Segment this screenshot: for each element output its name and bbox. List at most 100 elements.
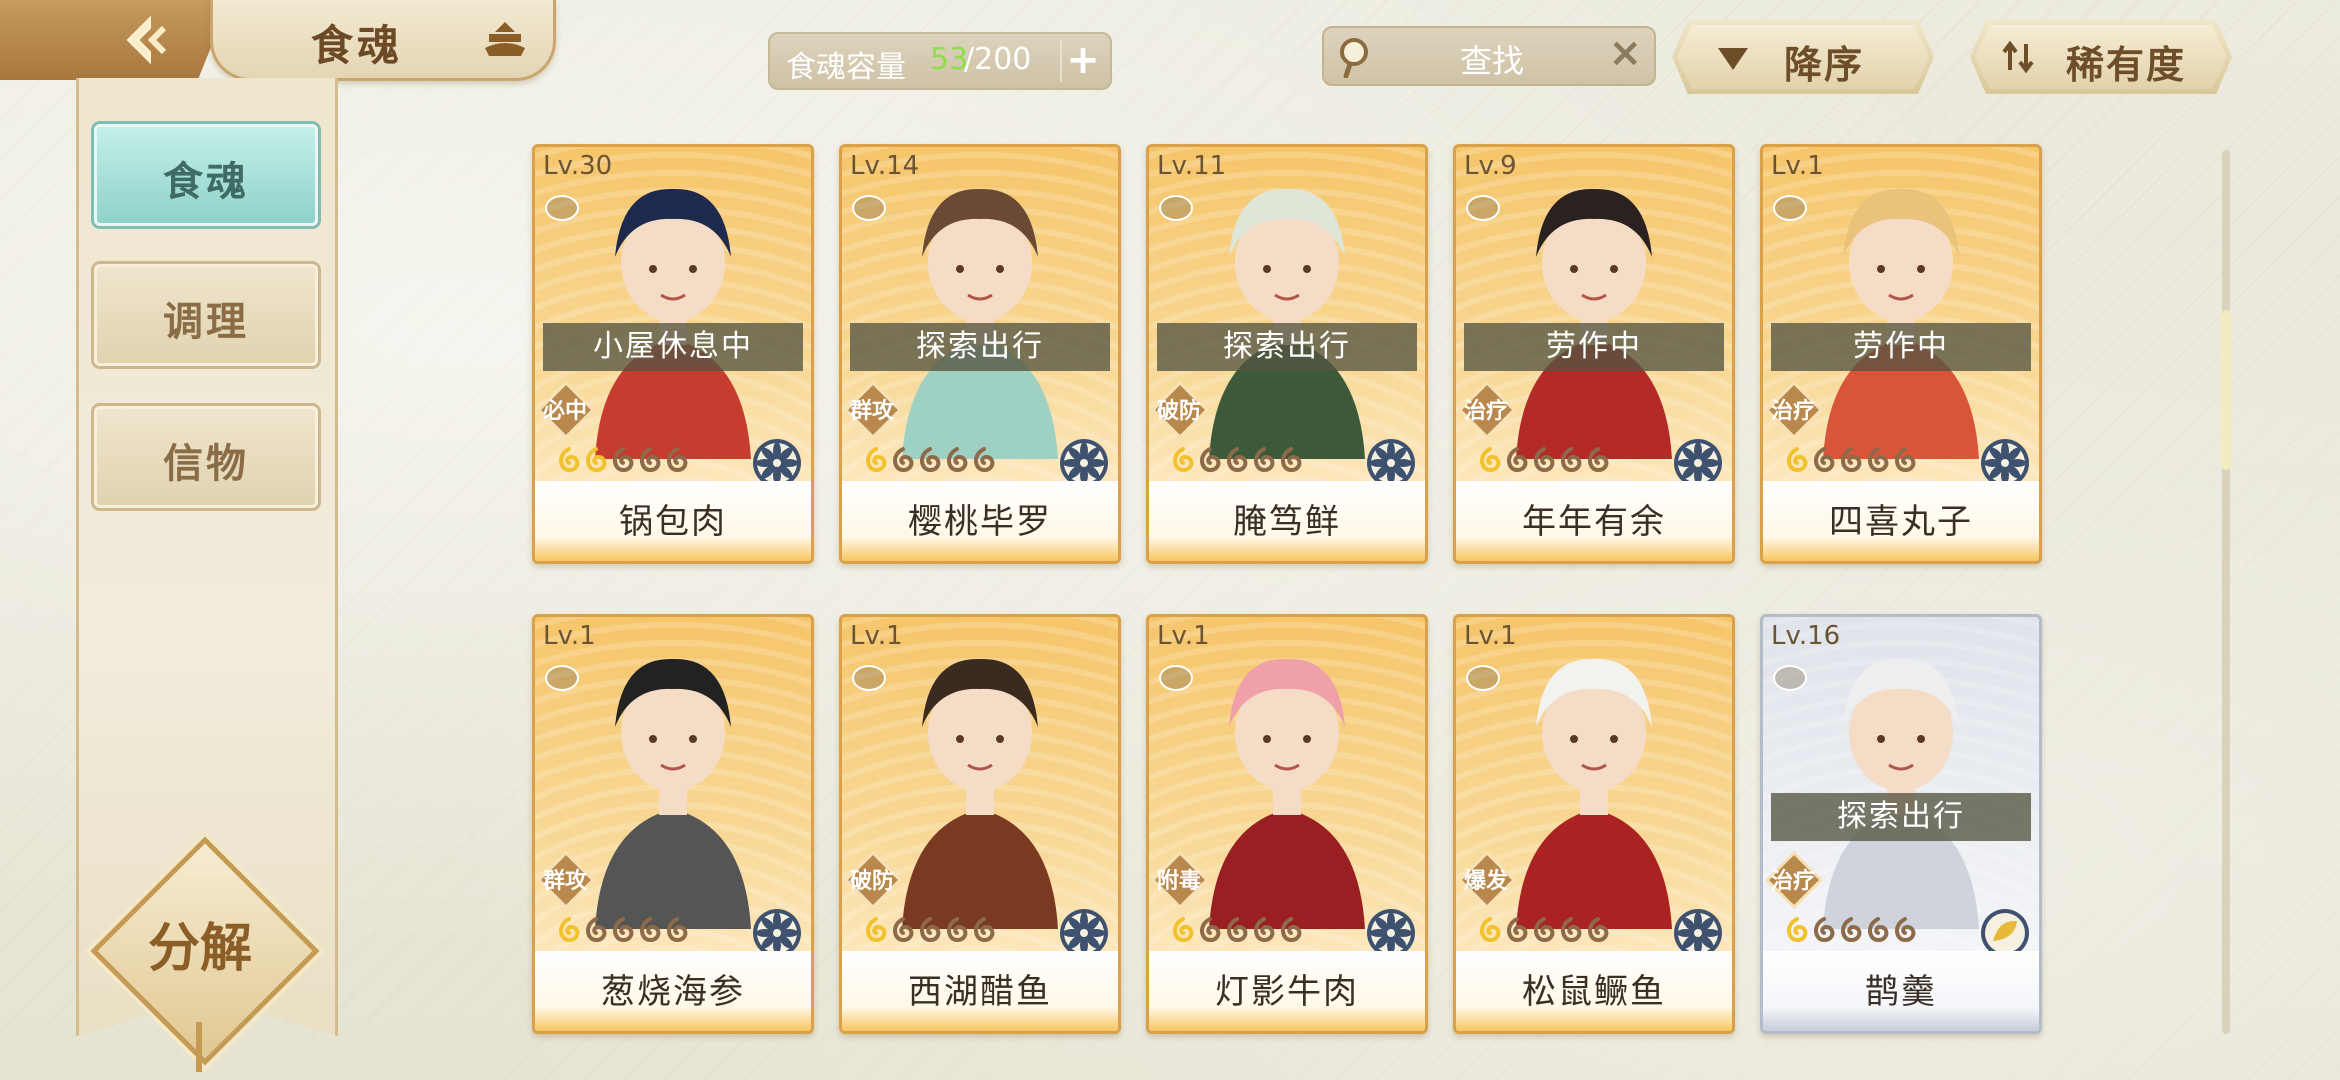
star-empty-icon: [667, 447, 688, 472]
star-rating: [557, 447, 689, 479]
star-empty-icon: [1534, 917, 1555, 942]
lock-icon[interactable]: [1159, 665, 1193, 691]
food-soul-card[interactable]: Lv.16 探索出行 治疗 鹊羹: [1760, 614, 2042, 1034]
star-empty-icon: [1561, 447, 1582, 472]
name-band: 四喜丸子: [1763, 481, 2039, 561]
star-filled-icon: [586, 447, 607, 472]
star-filled-icon: [559, 917, 580, 942]
character-name: 灯影牛肉: [1215, 972, 1359, 1012]
star-rating: [864, 917, 996, 949]
star-filled-icon: [1787, 447, 1808, 472]
star-empty-icon: [1841, 917, 1862, 942]
sort-by-button[interactable]: 稀有度: [1970, 20, 2232, 94]
skill-tag-label: 破防: [1156, 399, 1201, 424]
scrollbar-track[interactable]: [2222, 150, 2230, 1034]
sidebar-item-label: 信物: [163, 440, 249, 487]
food-soul-card[interactable]: Lv.1 附毒 灯影牛肉: [1146, 614, 1428, 1034]
star-empty-icon: [1895, 917, 1916, 942]
lock-icon[interactable]: [1159, 195, 1193, 221]
expand-capacity-button[interactable]: +: [1060, 40, 1104, 82]
sort-by-label: 稀有度: [2066, 43, 2187, 87]
sort-arrows-icon: [2002, 40, 2034, 74]
name-band: 葱烧海参: [535, 951, 811, 1031]
star-filled-icon: [1173, 917, 1194, 942]
sort-order-button[interactable]: 降序: [1672, 20, 1934, 94]
sidebar-item-tokens[interactable]: 信物: [94, 406, 318, 508]
status-banner: 劳作中: [1464, 323, 1724, 371]
star-rating: [1478, 447, 1610, 479]
food-soul-card[interactable]: Lv.1 劳作中 治疗 四喜丸子: [1760, 144, 2042, 564]
star-empty-icon: [1254, 917, 1275, 942]
star-empty-icon: [1281, 447, 1302, 472]
food-soul-card[interactable]: Lv.1 破防 西湖醋鱼: [839, 614, 1121, 1034]
status-banner: 探索出行: [1157, 323, 1417, 371]
page-title-tab: 食魂: [210, 0, 556, 81]
star-empty-icon: [947, 917, 968, 942]
sidebar-item-food-souls[interactable]: 食魂: [94, 124, 318, 226]
lock-icon[interactable]: [1773, 195, 1807, 221]
star-empty-icon: [920, 917, 941, 942]
sidebar-item-label: 调理: [163, 298, 249, 345]
character-name: 松鼠鳜鱼: [1522, 972, 1666, 1012]
name-band: 锅包肉: [535, 481, 811, 561]
level-label: Lv.9: [1464, 151, 1517, 181]
lock-icon[interactable]: [1466, 665, 1500, 691]
name-band: 灯影牛肉: [1149, 951, 1425, 1031]
back-arrow-icon: [126, 15, 167, 65]
star-empty-icon: [1200, 447, 1221, 472]
food-soul-card[interactable]: Lv.1 群攻 葱烧海参: [532, 614, 814, 1034]
status-banner: 劳作中: [1771, 323, 2031, 371]
level-label: Lv.14: [850, 151, 920, 181]
star-empty-icon: [1895, 447, 1916, 472]
skill-tag-label: 破防: [849, 869, 894, 894]
star-filled-icon: [866, 917, 887, 942]
name-band: 樱桃毕罗: [842, 481, 1118, 561]
sidebar-item-cooking[interactable]: 调理: [94, 264, 318, 366]
star-empty-icon: [640, 447, 661, 472]
star-empty-icon: [1227, 917, 1248, 942]
character-name: 西湖醋鱼: [908, 972, 1052, 1012]
star-empty-icon: [667, 917, 688, 942]
search-box[interactable]: 查找 ×: [1322, 26, 1656, 86]
tassel-decoration: [196, 1022, 202, 1072]
food-soul-card[interactable]: Lv.11 探索出行 破防 腌笃鲜: [1146, 144, 1428, 564]
star-rating: [1478, 917, 1610, 949]
star-filled-icon: [1787, 917, 1808, 942]
star-filled-icon: [1480, 447, 1501, 472]
lock-icon[interactable]: [1773, 665, 1807, 691]
level-label: Lv.1: [1157, 621, 1210, 651]
food-soul-card[interactable]: Lv.9 劳作中 治疗 年年有余: [1453, 144, 1735, 564]
food-soul-card[interactable]: Lv.30 小屋休息中 必中 锅包肉: [532, 144, 814, 564]
lock-icon[interactable]: [545, 665, 579, 691]
star-empty-icon: [920, 447, 941, 472]
lock-icon[interactable]: [545, 195, 579, 221]
name-band: 西湖醋鱼: [842, 951, 1118, 1031]
star-empty-icon: [1534, 447, 1555, 472]
food-soul-card[interactable]: Lv.14 探索出行 群攻 樱桃毕罗: [839, 144, 1121, 564]
character-name: 锅包肉: [619, 502, 727, 542]
back-button[interactable]: [0, 0, 230, 80]
level-label: Lv.1: [543, 621, 596, 651]
clear-search-icon[interactable]: ×: [1608, 30, 1642, 76]
capacity-display: 食魂容量 53 /200 +: [768, 32, 1112, 90]
skill-tag-label: 治疗: [1770, 399, 1815, 424]
lock-icon[interactable]: [1466, 195, 1500, 221]
name-band: 鹊羹: [1763, 951, 2039, 1031]
character-name: 四喜丸子: [1829, 502, 1973, 542]
status-banner: 探索出行: [850, 323, 1110, 371]
character-name: 葱烧海参: [601, 972, 745, 1012]
level-label: Lv.1: [1464, 621, 1517, 651]
star-rating: [1171, 917, 1303, 949]
food-soul-card[interactable]: Lv.1 爆发 松鼠鳜鱼: [1453, 614, 1735, 1034]
star-filled-icon: [1173, 447, 1194, 472]
search-input[interactable]: 查找: [1460, 36, 1524, 82]
star-empty-icon: [613, 447, 634, 472]
capacity-used: 53: [930, 42, 969, 77]
character-name: 樱桃毕罗: [908, 502, 1052, 542]
skill-tag-label: 附毒: [1156, 869, 1201, 894]
level-label: Lv.11: [1157, 151, 1227, 181]
lock-icon[interactable]: [852, 195, 886, 221]
star-empty-icon: [640, 917, 661, 942]
scrollbar-thumb[interactable]: [2221, 310, 2231, 470]
lock-icon[interactable]: [852, 665, 886, 691]
